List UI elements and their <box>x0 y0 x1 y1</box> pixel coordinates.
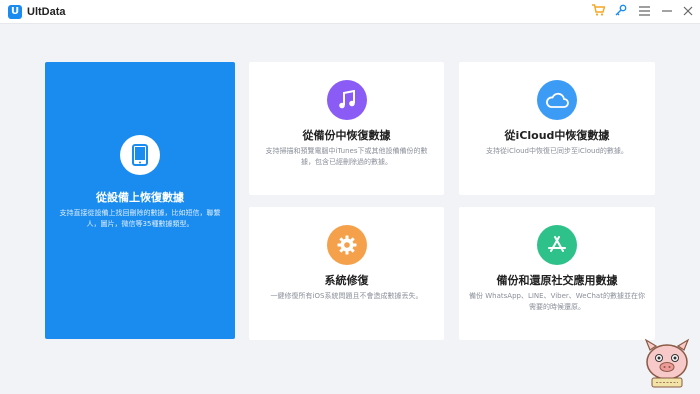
card-description: 支持掃描和預覽電腦中iTunes下或其他設備備份的數據，包含已經刪除過的數據。 <box>265 147 428 166</box>
music-note-icon <box>327 80 367 120</box>
card-title: 備份和還原社交應用數據 <box>496 274 618 287</box>
close-icon[interactable] <box>680 4 696 20</box>
card-title: 從iCloud中恢復數據 <box>504 129 610 142</box>
social-app-backup-card[interactable]: 備份和還原社交應用數據 備份 WhatsApp、LINE、Viber、WeCha… <box>459 207 655 340</box>
card-title: 從設備上恢復數據 <box>96 191 184 204</box>
gear-icon <box>327 225 367 265</box>
card-description: 一鍵修復所有iOS系統問題且不會造成數據丟失。 <box>270 292 423 300</box>
card-description: 備份 WhatsApp、LINE、Viber、WeChat的數據並在你需要的時候… <box>469 292 645 311</box>
card-description: 支持從iCloud中恢復已同步至iCloud的數據。 <box>486 147 628 155</box>
app-logo-icon: U <box>8 5 22 19</box>
title-bar: U UltData <box>0 0 700 24</box>
phone-icon <box>120 135 160 175</box>
recover-from-backup-card[interactable]: 從備份中恢復數據 支持掃描和預覽電腦中iTunes下或其他設備備份的數據，包含已… <box>249 62 444 195</box>
card-description: 支持直接從設備上找回刪除的數據，比如短信，聯繫人，圖片，微信等35種數據類型。 <box>59 209 221 228</box>
card-title: 從備份中恢復數據 <box>302 129 391 142</box>
pig-mascot-watermark <box>640 338 694 390</box>
menu-icon[interactable] <box>636 4 652 20</box>
cart-icon[interactable] <box>590 4 606 20</box>
system-repair-card[interactable]: 系統修復 一鍵修復所有iOS系統問題且不會造成數據丟失。 <box>249 207 444 340</box>
app-store-icon <box>537 225 577 265</box>
minimize-icon[interactable] <box>659 4 675 20</box>
cloud-icon <box>537 80 577 120</box>
key-icon[interactable] <box>613 4 629 20</box>
recover-from-device-card[interactable]: 從設備上恢復數據 支持直接從設備上找回刪除的數據，比如短信，聯繫人，圖片，微信等… <box>45 62 235 339</box>
card-title: 系統修復 <box>324 274 369 287</box>
app-title: UltData <box>27 6 66 18</box>
recover-from-icloud-card[interactable]: 從iCloud中恢復數據 支持從iCloud中恢復已同步至iCloud的數據。 <box>459 62 655 195</box>
